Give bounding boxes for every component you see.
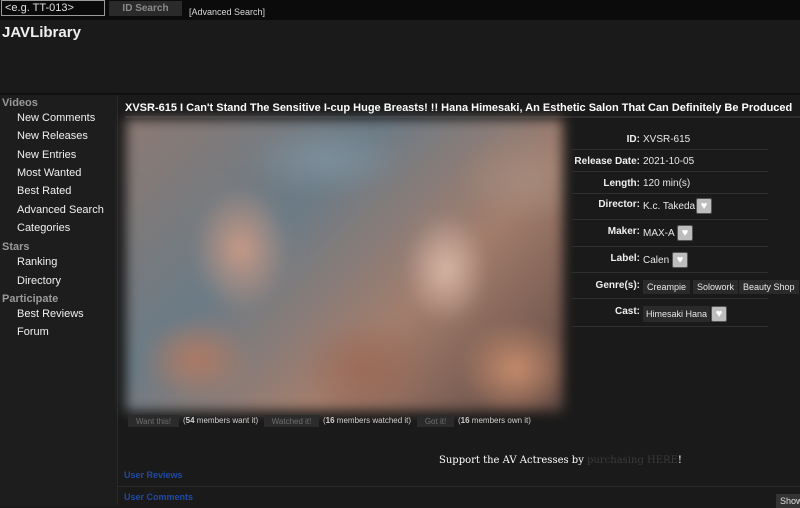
info-divider [572, 246, 768, 247]
sidebar-item-best-reviews[interactable]: Best Reviews [17, 308, 84, 320]
sidebar-item-forum[interactable]: Forum [17, 326, 49, 338]
genre-tag[interactable]: Solowork [693, 280, 739, 294]
video-title[interactable]: XVSR-615 I Can't Stand The Sensitive I-c… [125, 102, 800, 118]
label-link[interactable]: Calen [643, 255, 669, 266]
genre-tag[interactable]: Beauty Shop [739, 280, 799, 294]
info-divider [572, 171, 768, 172]
user-reviews-link[interactable]: User Reviews [124, 470, 183, 480]
support-text: Support the AV Actresses by purchasing H… [439, 455, 682, 466]
heart-icon[interactable]: ♥ [696, 198, 712, 214]
sidebar-item-new-comments[interactable]: New Comments [17, 112, 95, 124]
label-label: Label: [610, 253, 640, 264]
director-label: Director: [598, 199, 640, 210]
info-divider [572, 298, 768, 299]
heart-icon[interactable]: ♥ [711, 306, 727, 322]
sidebar-heading-videos: Videos [2, 97, 38, 109]
sidebar-item-categories[interactable]: Categories [17, 222, 70, 234]
maker-label: Maker: [607, 226, 640, 237]
director-link[interactable]: K.c. Takeda [643, 201, 695, 212]
watched-count-text: (16 members watched it) [323, 416, 412, 425]
info-divider [572, 272, 768, 273]
sidebar-item-ranking[interactable]: Ranking [17, 256, 57, 268]
sidebar-item-advanced-search[interactable]: Advanced Search [17, 204, 104, 216]
genre-tag[interactable]: Creampie [643, 280, 691, 294]
want-count-text: (54 members want it) [183, 416, 259, 425]
sidebar-heading-stars: Stars [2, 241, 30, 253]
got-it-button[interactable]: Got it! [417, 415, 454, 427]
heart-icon[interactable]: ♥ [677, 225, 693, 241]
sidebar-item-best-rated[interactable]: Best Rated [17, 185, 71, 197]
length-value: 120 min(s) [643, 178, 691, 189]
release-date-label: Release Date: [574, 156, 640, 167]
id-value: XVSR-615 [643, 134, 691, 145]
sidebar-item-most-wanted[interactable]: Most Wanted [17, 167, 81, 179]
own-count-text: (16 members own it) [458, 416, 531, 425]
cast-tag[interactable]: Himesaki Hana [643, 306, 711, 322]
maker-link[interactable]: MAX-A [643, 228, 675, 239]
info-divider [572, 149, 768, 150]
show-button[interactable]: Show [776, 494, 800, 508]
info-divider [572, 193, 768, 194]
advanced-search-link[interactable]: [Advanced Search] [189, 7, 265, 17]
site-logo[interactable]: JAVLibrary [2, 24, 81, 41]
sidebar-item-new-releases[interactable]: New Releases [17, 130, 88, 142]
sidebar-heading-participate: Participate [2, 293, 59, 305]
sidebar-item-directory[interactable]: Directory [17, 275, 61, 287]
cast-label: Cast: [614, 306, 640, 317]
user-comments-link[interactable]: User Comments [124, 492, 193, 502]
id-search-button[interactable]: ID Search [109, 1, 182, 16]
want-this-button[interactable]: Want this! [128, 415, 179, 427]
genres-label: Genre(s): [595, 280, 640, 291]
release-date-value: 2021-10-05 [643, 156, 695, 167]
watched-it-button[interactable]: Watched it! [264, 415, 319, 427]
id-label: ID: [626, 134, 640, 145]
video-cover-image[interactable] [126, 119, 563, 411]
id-search-input[interactable] [1, 0, 105, 16]
info-divider [572, 219, 768, 220]
bottom-divider [118, 486, 800, 487]
info-divider [572, 326, 768, 327]
heart-icon[interactable]: ♥ [672, 252, 688, 268]
purchase-link[interactable]: purchasing HERE [587, 455, 678, 466]
sidebar-item-new-entries[interactable]: New Entries [17, 149, 76, 161]
length-label: Length: [603, 178, 640, 189]
